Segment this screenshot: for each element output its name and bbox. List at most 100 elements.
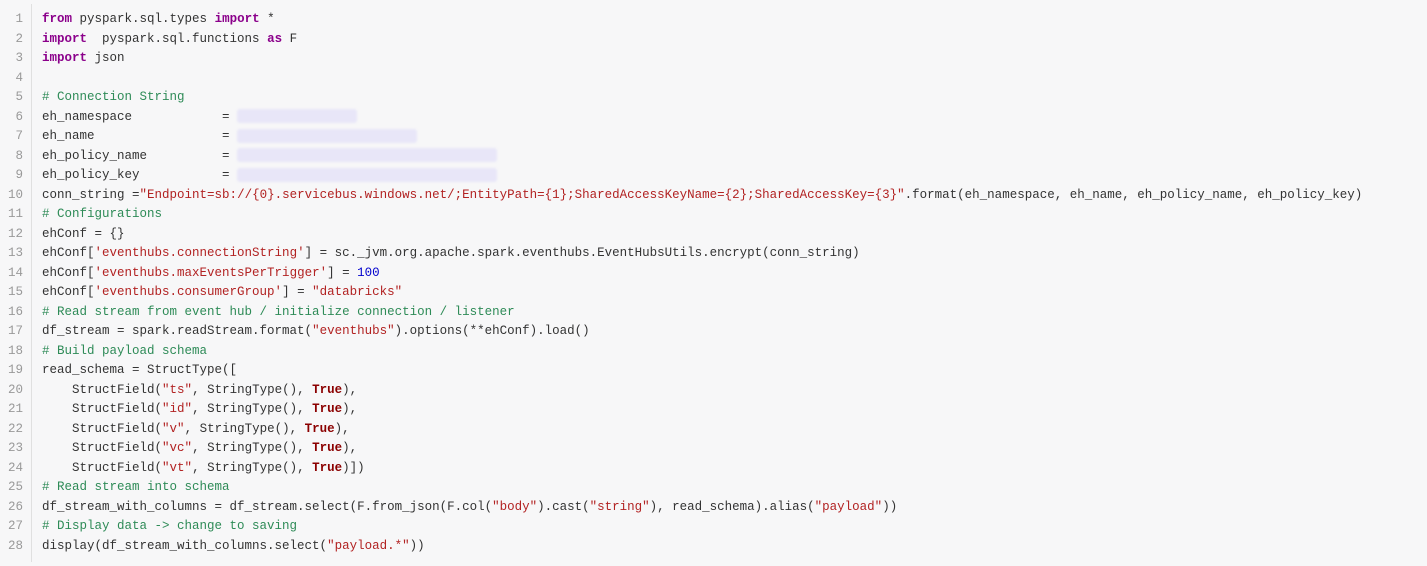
line-number: 14 <box>8 264 23 284</box>
token-text: ), <box>342 402 357 416</box>
token-bool: True <box>312 402 342 416</box>
token-str: "vt" <box>162 461 192 475</box>
token-str: 'eventhubs.consumerGroup' <box>95 285 283 299</box>
line-number: 18 <box>8 342 23 362</box>
token-kw: import <box>42 51 87 65</box>
line-number: 10 <box>8 186 23 206</box>
code-line: # Display data -> change to saving <box>42 517 1417 537</box>
token-text: )]) <box>342 461 365 475</box>
token-text: df_stream_with_columns = df_stream.selec… <box>42 500 492 514</box>
token-text: StructField( <box>42 422 162 436</box>
code-line: display(df_stream_with_columns.select("p… <box>42 537 1417 557</box>
token-cmt: # Connection String <box>42 90 185 104</box>
token-str: "databricks" <box>312 285 402 299</box>
code-line: # Configurations <box>42 205 1417 225</box>
line-number: 9 <box>8 166 23 186</box>
line-number: 12 <box>8 225 23 245</box>
line-number: 13 <box>8 244 23 264</box>
code-line: # Read stream into schema <box>42 478 1417 498</box>
code-line: ehConf['eventhubs.consumerGroup'] = "dat… <box>42 283 1417 303</box>
line-number: 19 <box>8 361 23 381</box>
line-number: 20 <box>8 381 23 401</box>
code-line: df_stream = spark.readStream.format("eve… <box>42 322 1417 342</box>
token-bool: True <box>305 422 335 436</box>
line-number: 27 <box>8 517 23 537</box>
line-number-gutter: 1234567891011121314151617181920212223242… <box>0 4 32 562</box>
token-text: , StringType(), <box>185 422 305 436</box>
redacted-value <box>237 168 497 182</box>
token-text: read_schema = StructType([ <box>42 363 237 377</box>
token-kw: from <box>42 12 72 26</box>
token-text: pyspark.sql.types <box>72 12 215 26</box>
token-str: "ts" <box>162 383 192 397</box>
token-str: "v" <box>162 422 185 436</box>
line-number: 26 <box>8 498 23 518</box>
token-text: ), <box>342 383 357 397</box>
token-str: 'eventhubs.connectionString' <box>95 246 305 260</box>
token-kw: import <box>215 12 260 26</box>
code-line: import json <box>42 49 1417 69</box>
token-text: conn_string = <box>42 188 140 202</box>
line-number: 11 <box>8 205 23 225</box>
line-number: 5 <box>8 88 23 108</box>
token-text: ehConf = {} <box>42 227 125 241</box>
token-text: json <box>87 51 125 65</box>
token-str: "payload" <box>815 500 883 514</box>
code-line: StructField("ts", StringType(), True), <box>42 381 1417 401</box>
line-number: 23 <box>8 439 23 459</box>
token-text: .format(eh_namespace, eh_name, eh_policy… <box>905 188 1363 202</box>
token-bool: True <box>312 461 342 475</box>
line-number: 25 <box>8 478 23 498</box>
line-number: 24 <box>8 459 23 479</box>
token-text: ehConf[ <box>42 285 95 299</box>
token-text: eh_policy_key = <box>42 168 237 182</box>
token-text: ).options(**ehConf).load() <box>395 324 590 338</box>
token-num: 100 <box>357 266 380 280</box>
token-text: ] = <box>282 285 312 299</box>
code-line: read_schema = StructType([ <box>42 361 1417 381</box>
code-line: conn_string ="Endpoint=sb://{0}.serviceb… <box>42 186 1417 206</box>
code-line: eh_namespace = <box>42 108 1417 128</box>
token-text: )) <box>882 500 897 514</box>
line-number: 17 <box>8 322 23 342</box>
redacted-value <box>237 148 497 162</box>
code-line: from pyspark.sql.types import * <box>42 10 1417 30</box>
token-text: df_stream = spark.readStream.format( <box>42 324 312 338</box>
code-line: ehConf['eventhubs.maxEventsPerTrigger'] … <box>42 264 1417 284</box>
token-text: eh_policy_name = <box>42 149 237 163</box>
token-text: ), read_schema).alias( <box>650 500 815 514</box>
token-text: ehConf[ <box>42 246 95 260</box>
code-editor: 1234567891011121314151617181920212223242… <box>0 4 1427 562</box>
code-line: # Build payload schema <box>42 342 1417 362</box>
token-text: eh_namespace = <box>42 110 237 124</box>
token-text: ), <box>342 441 357 455</box>
token-bool: True <box>312 441 342 455</box>
line-number: 22 <box>8 420 23 440</box>
redacted-value <box>237 129 417 143</box>
token-text: pyspark.sql.functions <box>87 32 267 46</box>
code-line: # Read stream from event hub / initializ… <box>42 303 1417 323</box>
token-text: StructField( <box>42 383 162 397</box>
token-cmt: # Display data -> change to saving <box>42 519 297 533</box>
code-line: StructField("id", StringType(), True), <box>42 400 1417 420</box>
code-content[interactable]: from pyspark.sql.types import *import py… <box>32 4 1427 562</box>
token-str: "Endpoint=sb://{0}.servicebus.windows.ne… <box>140 188 905 202</box>
token-text: StructField( <box>42 461 162 475</box>
line-number: 1 <box>8 10 23 30</box>
token-cmt: # Configurations <box>42 207 162 221</box>
token-text: F <box>282 32 297 46</box>
code-line: StructField("vt", StringType(), True)]) <box>42 459 1417 479</box>
token-kw: import <box>42 32 87 46</box>
code-line: StructField("v", StringType(), True), <box>42 420 1417 440</box>
token-text: )) <box>410 539 425 553</box>
token-text: * <box>260 12 275 26</box>
token-cmt: # Read stream into schema <box>42 480 230 494</box>
code-line: import pyspark.sql.functions as F <box>42 30 1417 50</box>
token-bool: True <box>312 383 342 397</box>
redacted-value <box>237 109 357 123</box>
token-text: StructField( <box>42 441 162 455</box>
code-line: StructField("vc", StringType(), True), <box>42 439 1417 459</box>
token-text: StructField( <box>42 402 162 416</box>
line-number: 7 <box>8 127 23 147</box>
token-str: "id" <box>162 402 192 416</box>
